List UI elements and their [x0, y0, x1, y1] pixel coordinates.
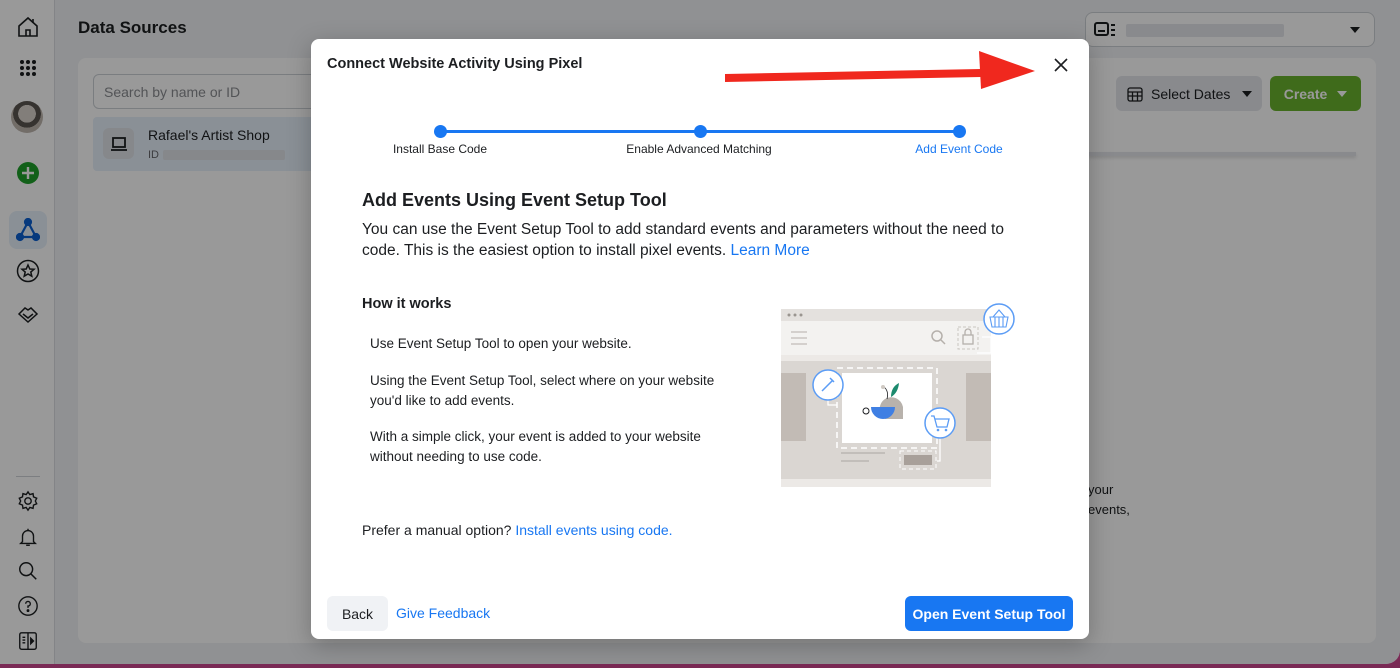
how-step: Using the Event Setup Tool, select where…	[370, 373, 715, 408]
progress-stepper: Install Base Code Enable Advanced Matchi…	[311, 123, 1089, 163]
step-label-add-event-code: Add Event Code	[915, 142, 1003, 156]
manual-prefix: Prefer a manual option?	[362, 522, 512, 538]
event-setup-illustration	[781, 303, 1015, 487]
cart-badge	[924, 407, 956, 439]
intro-text: You can use the Event Setup Tool to add …	[362, 221, 1004, 259]
install-events-using-code-link[interactable]: Install events using code.	[515, 522, 672, 538]
step-dot-current	[953, 125, 966, 138]
learn-more-link[interactable]: Learn More	[730, 242, 809, 259]
connect-pixel-dialog: Connect Website Activity Using Pixel Ins…	[311, 39, 1089, 639]
how-step: Use Event Setup Tool to open your websit…	[370, 336, 632, 351]
step-label-install-base-code: Install Base Code	[392, 142, 488, 156]
step-label-advanced-matching: Enable Advanced Matching	[626, 142, 772, 156]
step-dot-complete	[694, 125, 707, 138]
magic-wand-badge	[812, 369, 844, 401]
dialog-title: Connect Website Activity Using Pixel	[327, 56, 583, 72]
close-button[interactable]	[1049, 53, 1073, 77]
how-step: With a simple click, your event is added…	[370, 429, 701, 464]
step-dot-complete	[434, 125, 447, 138]
how-it-works-heading: How it works	[362, 296, 452, 312]
close-icon	[1054, 58, 1068, 72]
open-event-setup-tool-button[interactable]: Open Event Setup Tool	[905, 596, 1073, 631]
section-title: Add Events Using Event Setup Tool	[362, 190, 667, 210]
intro-paragraph: You can use the Event Setup Tool to add …	[362, 219, 1022, 261]
back-button[interactable]: Back	[327, 596, 388, 631]
red-arrow-annotation	[725, 51, 1035, 89]
basket-badge	[983, 303, 1015, 335]
give-feedback-link[interactable]: Give Feedback	[396, 605, 490, 621]
manual-option-text: Prefer a manual option? Install events u…	[362, 522, 673, 538]
